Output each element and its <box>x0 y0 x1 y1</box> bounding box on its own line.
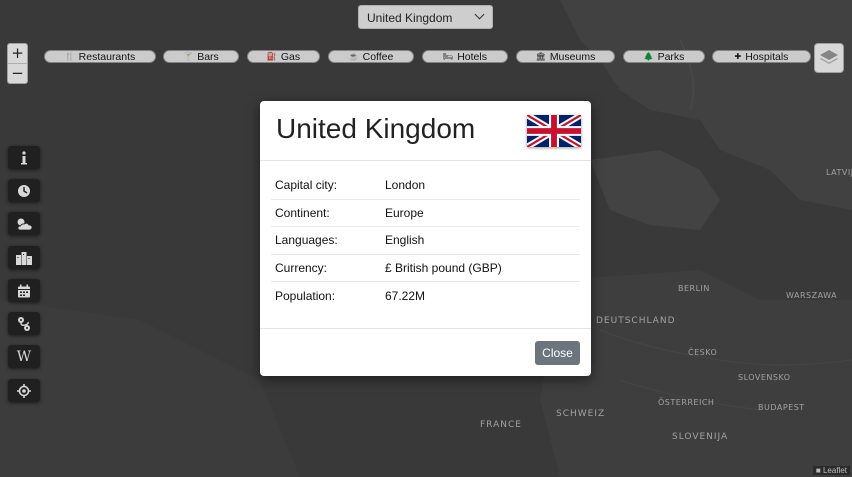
modal-footer: Close <box>260 328 591 376</box>
row-key: Continent: <box>271 198 385 227</box>
table-row: Continent: Europe <box>271 198 580 227</box>
row-value: London <box>385 178 426 193</box>
modal-body: Capital city: London Continent: Europe L… <box>260 161 591 309</box>
table-row: Capital city: London <box>271 172 580 199</box>
close-button[interactable]: Close <box>535 341 580 365</box>
uk-flag-icon <box>527 115 581 147</box>
row-value: 67.22M <box>385 281 580 309</box>
table-row: Languages: English <box>271 226 580 255</box>
table-row: Currency: £ British pound (GBP) <box>271 253 580 282</box>
row-value: £ British pound (GBP) <box>385 253 580 282</box>
modal-title: United Kingdom <box>276 113 476 144</box>
row-value: Europe <box>385 198 580 227</box>
country-info-modal: United Kingdom Capital city: London Cont… <box>260 101 591 376</box>
modal-header: United Kingdom <box>260 101 591 161</box>
row-key: Population: <box>271 281 385 309</box>
row-key: Currency: <box>271 253 385 282</box>
row-key: Languages: <box>271 226 385 255</box>
row-key: Capital city: <box>275 178 338 193</box>
row-value: English <box>385 226 580 255</box>
table-row: Population: 67.22M <box>271 281 580 309</box>
country-info-table: Capital city: London Continent: Europe L… <box>271 172 580 309</box>
